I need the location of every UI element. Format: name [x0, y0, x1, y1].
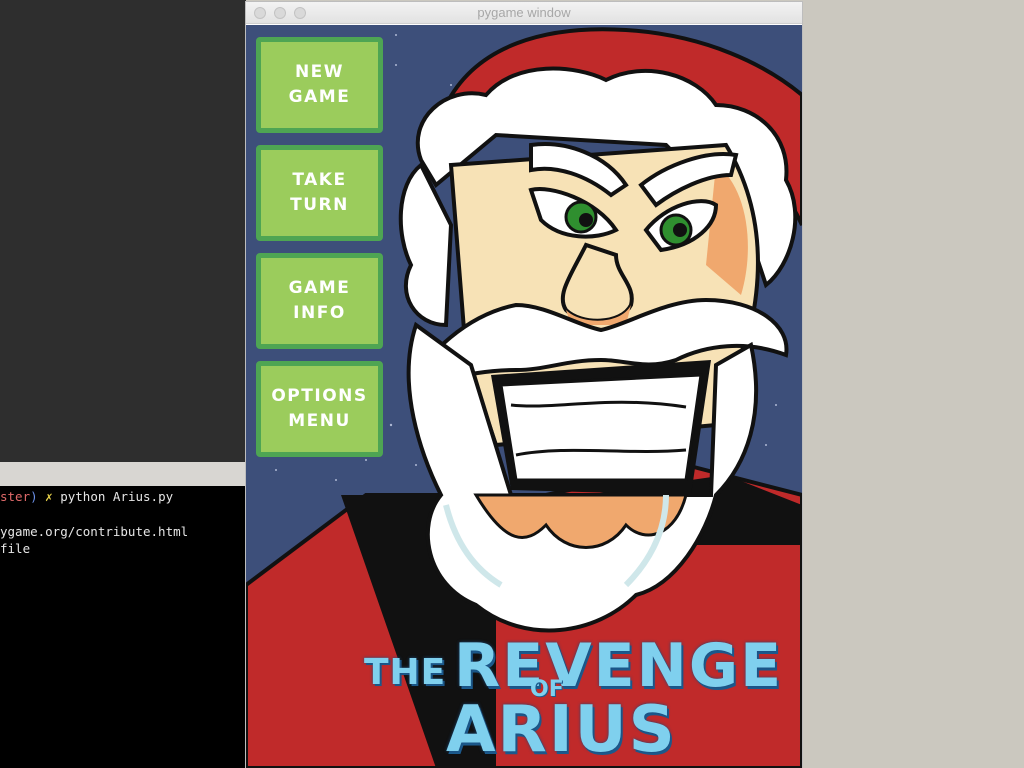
- dirty-mark-icon: ✗: [45, 489, 53, 504]
- terminal-command: python Arius.py: [60, 489, 174, 504]
- terminal-tab-bar: [0, 462, 246, 486]
- take-turn-button[interactable]: TAKE TURN: [256, 145, 383, 241]
- terminal-window[interactable]: ster) ✗ python Arius.py ygame.org/contri…: [0, 462, 246, 768]
- terminal-branch: ster: [0, 489, 31, 504]
- new-game-button[interactable]: NEW GAME: [256, 37, 383, 133]
- options-menu-button[interactable]: OPTIONS MENU: [256, 361, 383, 457]
- game-info-button[interactable]: GAME INFO: [256, 253, 383, 349]
- window-title: pygame window: [477, 5, 571, 20]
- logo-the: THE: [364, 652, 447, 693]
- terminal-output-line: file: [0, 541, 31, 556]
- logo-revenge: REVENGE: [454, 631, 784, 701]
- desktop-background-right: [802, 0, 1024, 768]
- game-canvas[interactable]: NEW GAME TAKE TURN GAME INFO OPTIONS MEN…: [246, 25, 802, 768]
- game-title-logo: THE REVENGE OF ARIUS: [246, 625, 802, 768]
- desktop-background: [0, 0, 246, 462]
- pygame-window[interactable]: pygame window NEW GAME TAKE TURN GAME IN…: [246, 2, 802, 768]
- terminal-prompt-line: ster) ✗ python Arius.py: [0, 488, 173, 506]
- terminal-output[interactable]: ster) ✗ python Arius.py ygame.org/contri…: [0, 488, 246, 768]
- terminal-output-line: ygame.org/contribute.html: [0, 524, 189, 539]
- logo-arius: ARIUS: [446, 693, 677, 767]
- window-titlebar[interactable]: pygame window: [246, 2, 802, 24]
- terminal-paren: ): [30, 489, 38, 504]
